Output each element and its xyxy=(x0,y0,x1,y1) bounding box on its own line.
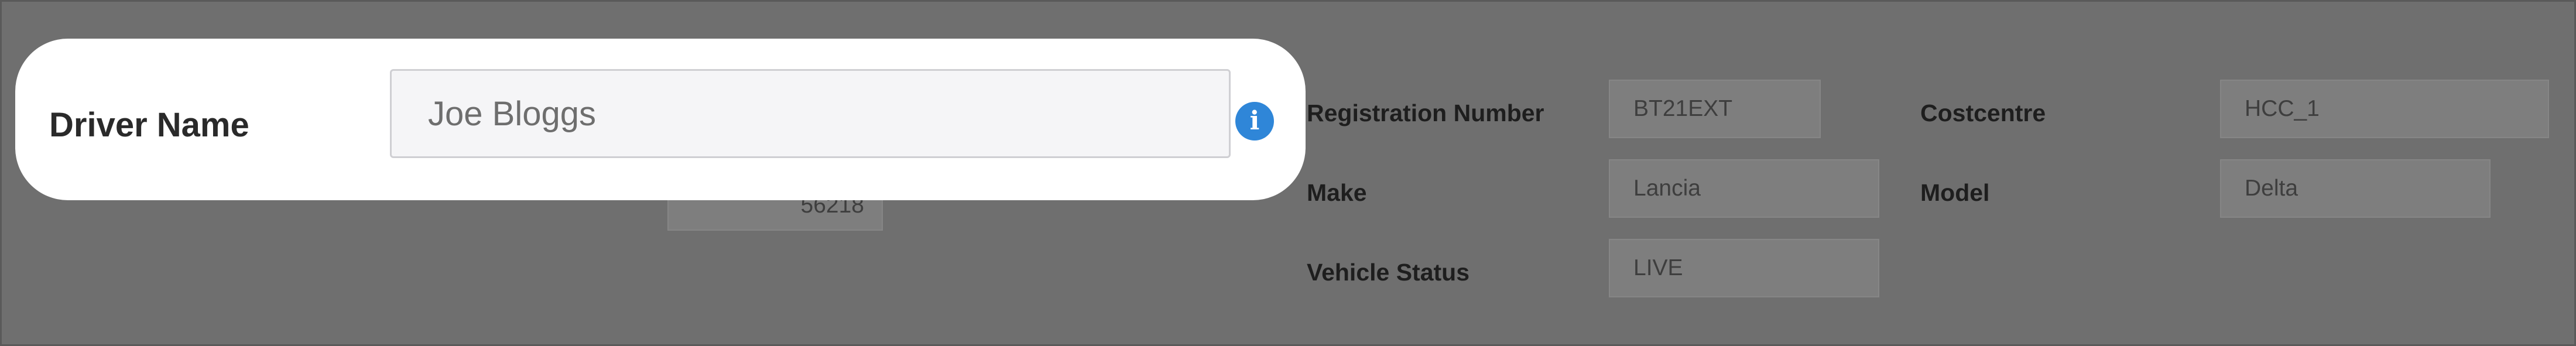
costcentre-field[interactable]: HCC_1 xyxy=(2220,80,2549,138)
model-label: Model xyxy=(1920,179,1990,206)
vehicle-status-label: Vehicle Status xyxy=(1307,259,1470,286)
info-icon[interactable]: i xyxy=(1235,102,1274,141)
make-label: Make xyxy=(1307,179,1367,206)
driver-name-label: Driver Name xyxy=(49,106,249,144)
make-field[interactable]: Lancia xyxy=(1609,159,1879,218)
driver-name-input[interactable] xyxy=(390,69,1231,158)
costcentre-label: Costcentre xyxy=(1920,100,2046,126)
registration-number-label: Registration Number xyxy=(1307,100,1544,126)
model-field[interactable]: Delta xyxy=(2220,159,2491,218)
vehicle-status-field[interactable]: LIVE xyxy=(1609,239,1879,297)
registration-number-field[interactable]: BT21EXT xyxy=(1609,80,1821,138)
